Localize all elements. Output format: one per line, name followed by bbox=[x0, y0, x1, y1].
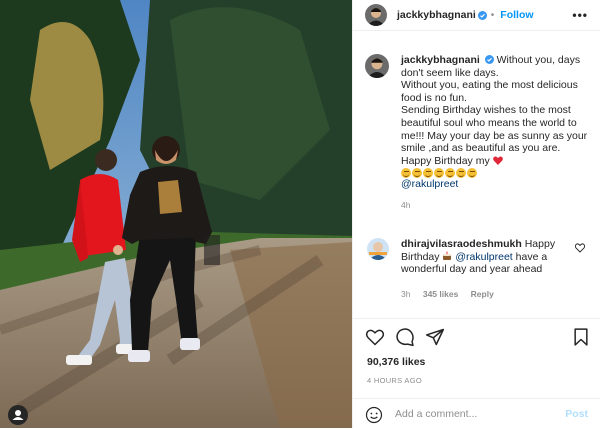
likes-count[interactable]: 90,376 likes bbox=[367, 356, 425, 368]
comment-reply-button[interactable]: Reply bbox=[471, 289, 494, 299]
post-timestamp[interactable]: 4 HOURS AGO bbox=[367, 376, 422, 385]
comment-username[interactable]: dhirajvilasraodeshmukh bbox=[401, 238, 522, 250]
comment-input[interactable]: Add a comment... bbox=[395, 408, 477, 420]
smiling-face-emoji-icon bbox=[401, 168, 411, 179]
avatar[interactable] bbox=[365, 4, 387, 26]
post-header: jackkybhagnani • Follow ••• bbox=[353, 0, 600, 31]
smiling-face-emoji-icon bbox=[445, 168, 455, 179]
post-image bbox=[0, 0, 352, 428]
share-icon[interactable] bbox=[425, 327, 445, 347]
caption-avatar[interactable] bbox=[365, 54, 389, 78]
smiling-face-emoji-icon bbox=[467, 168, 477, 179]
more-options-button[interactable]: ••• bbox=[572, 8, 588, 22]
caption-mention[interactable]: @rakulpreet bbox=[401, 178, 591, 191]
profile-photo-icon bbox=[367, 238, 389, 260]
add-comment-bar: Add a comment... Post bbox=[353, 398, 600, 429]
caption-line-4: Happy Birthday my bbox=[401, 154, 490, 167]
caption-time[interactable]: 4h bbox=[401, 199, 591, 212]
comment-time[interactable]: 3h bbox=[401, 289, 410, 299]
post-caption: jackkybhagnani Without you, days don't s… bbox=[401, 54, 591, 212]
heart-emoji-icon bbox=[492, 156, 503, 165]
verified-badge-icon bbox=[484, 55, 494, 64]
tagged-users-button[interactable] bbox=[8, 405, 28, 425]
like-comment-icon[interactable] bbox=[575, 243, 585, 253]
save-bookmark-icon[interactable] bbox=[571, 327, 591, 347]
smiling-face-emoji-icon bbox=[434, 168, 444, 179]
caption-line-2: Without you, eating the most delicious f… bbox=[401, 79, 578, 104]
profile-photo-icon bbox=[365, 54, 389, 78]
post-photo[interactable] bbox=[0, 0, 352, 428]
emoji-row bbox=[401, 168, 591, 179]
smiling-face-emoji-icon bbox=[412, 168, 422, 179]
post-sidebar: jackkybhagnani • Follow ••• jackkybhagna… bbox=[352, 0, 600, 428]
smiling-face-emoji-icon bbox=[423, 168, 433, 179]
user-icon bbox=[12, 410, 24, 420]
comment-avatar[interactable] bbox=[367, 238, 389, 260]
header-username[interactable]: jackkybhagnani bbox=[397, 9, 476, 21]
caption-username[interactable]: jackkybhagnani bbox=[401, 54, 480, 66]
comment-text: dhirajvilasraodeshmukh Happy Birthday @r… bbox=[401, 238, 581, 276]
smiling-face-emoji-icon bbox=[456, 168, 466, 179]
cake-emoji-icon bbox=[443, 251, 452, 260]
comment-likes[interactable]: 345 likes bbox=[423, 289, 458, 299]
post-comment-button[interactable]: Post bbox=[565, 408, 588, 420]
verified-badge-icon bbox=[477, 10, 487, 20]
follow-button[interactable]: Follow bbox=[500, 9, 533, 21]
comment-icon[interactable] bbox=[395, 327, 415, 347]
profile-photo-icon bbox=[365, 4, 387, 26]
caption-line-3: Sending Birthday wishes to the most beau… bbox=[401, 104, 588, 155]
emoji-picker-icon[interactable] bbox=[365, 406, 383, 424]
action-bar bbox=[353, 318, 600, 353]
comment-mention[interactable]: @rakulpreet bbox=[455, 251, 512, 263]
like-icon[interactable] bbox=[365, 327, 385, 347]
comment-meta: 3h 345 likes Reply bbox=[401, 289, 504, 299]
header-separator: • bbox=[490, 9, 495, 21]
